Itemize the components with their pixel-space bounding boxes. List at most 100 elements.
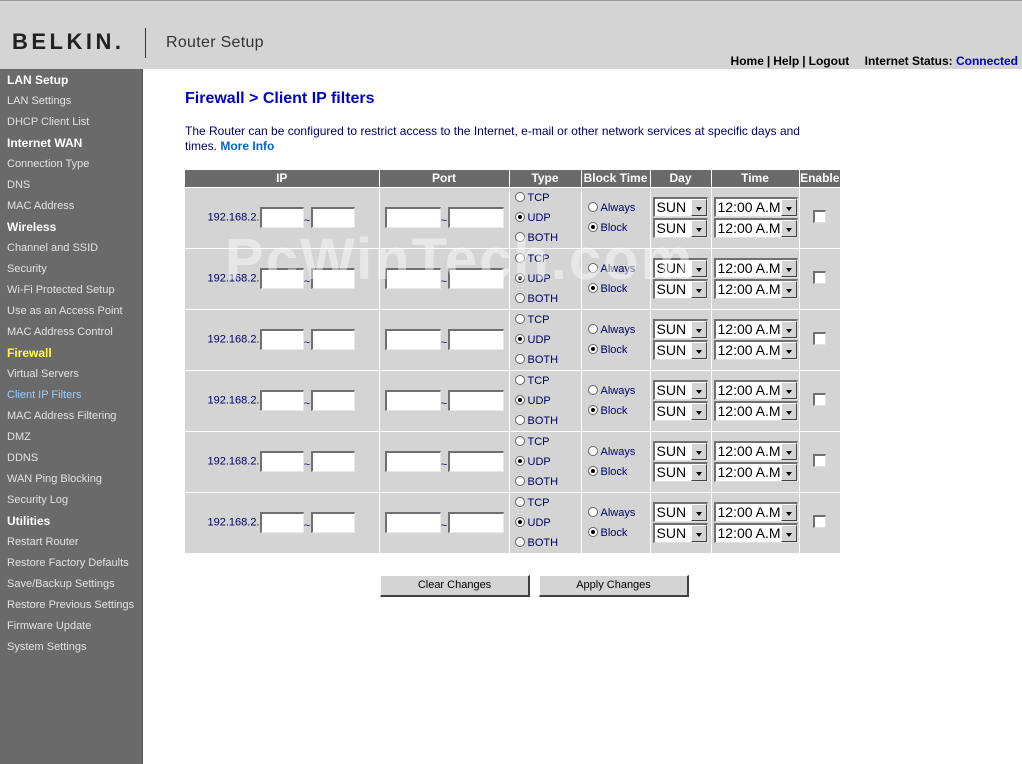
port-start-input[interactable] — [384, 512, 441, 534]
time-start-select[interactable]: 12:00 A.M. — [713, 319, 798, 339]
port-end-input[interactable] — [447, 329, 504, 350]
sidebar-item-dmz[interactable]: DMZ — [7, 431, 31, 443]
sidebar-item-channel-and-ssid[interactable]: Channel and SSID — [7, 242, 98, 254]
day-start-select[interactable]: SUN — [652, 319, 708, 339]
port-end-input[interactable] — [447, 390, 504, 411]
chevron-down-icon[interactable] — [690, 321, 707, 338]
chevron-down-icon[interactable] — [780, 525, 797, 543]
day-start-select[interactable]: SUN — [652, 441, 708, 461]
chevron-down-icon[interactable] — [690, 382, 707, 399]
time-start-select[interactable]: 12:00 A.M. — [713, 380, 798, 400]
enable-checkbox[interactable] — [813, 392, 827, 406]
port-end-input[interactable] — [447, 207, 504, 228]
type-tcp-radio[interactable] — [514, 374, 525, 385]
logout-link[interactable]: Logout — [809, 54, 850, 68]
block-time-always-radio[interactable] — [587, 262, 598, 273]
chevron-down-icon[interactable] — [780, 464, 797, 481]
time-end-select[interactable]: 12:00 A.M. — [713, 279, 798, 299]
block-time-block-radio[interactable] — [587, 221, 598, 232]
day-start-select[interactable]: SUN — [652, 258, 708, 278]
type-udp-radio[interactable] — [514, 516, 525, 527]
chevron-down-icon[interactable] — [690, 504, 707, 522]
type-both-radio[interactable] — [514, 231, 525, 242]
type-udp-radio[interactable] — [514, 272, 525, 283]
type-both-radio[interactable] — [514, 536, 525, 547]
type-tcp-radio[interactable] — [514, 496, 525, 507]
more-info-link[interactable]: More Info — [220, 139, 274, 153]
sidebar-item-lan-settings[interactable]: LAN Settings — [7, 95, 71, 107]
ip-end-input[interactable] — [310, 207, 355, 228]
block-time-always-radio[interactable] — [587, 506, 598, 517]
sidebar-heading-lan-setup[interactable]: LAN Setup — [7, 73, 68, 87]
enable-checkbox[interactable] — [813, 270, 827, 284]
apply-changes-button[interactable]: Apply Changes — [539, 575, 689, 597]
type-both-radio[interactable] — [514, 292, 525, 303]
chevron-down-icon[interactable] — [780, 199, 797, 216]
type-tcp-radio[interactable] — [514, 252, 525, 263]
time-start-select[interactable]: 12:00 A.M. — [713, 197, 798, 217]
ip-start-input[interactable] — [259, 390, 304, 411]
ip-start-input[interactable] — [259, 207, 304, 228]
ip-start-input[interactable] — [259, 512, 304, 534]
home-link[interactable]: Home — [731, 54, 764, 68]
ip-start-input[interactable] — [259, 451, 304, 472]
type-udp-radio[interactable] — [514, 333, 525, 344]
type-udp-radio[interactable] — [514, 211, 525, 222]
help-link[interactable]: Help — [773, 54, 799, 68]
chevron-down-icon[interactable] — [780, 321, 797, 338]
chevron-down-icon[interactable] — [690, 464, 707, 481]
sidebar-item-mac-address-control[interactable]: MAC Address Control — [7, 326, 113, 338]
block-time-always-radio[interactable] — [587, 384, 598, 395]
sidebar-heading-utilities[interactable]: Utilities — [7, 514, 50, 528]
ip-end-input[interactable] — [310, 329, 355, 350]
block-time-always-radio[interactable] — [587, 201, 598, 212]
block-time-always-radio[interactable] — [587, 323, 598, 334]
block-time-block-radio[interactable] — [587, 343, 598, 354]
chevron-down-icon[interactable] — [780, 281, 797, 298]
time-start-select[interactable]: 12:00 A.M. — [713, 502, 798, 523]
port-start-input[interactable] — [384, 451, 441, 472]
chevron-down-icon[interactable] — [690, 220, 707, 237]
chevron-down-icon[interactable] — [780, 504, 797, 522]
day-start-select[interactable]: SUN — [652, 380, 708, 400]
sidebar-item-client-ip-filters[interactable]: Client IP Filters — [7, 389, 81, 401]
time-end-select[interactable]: 12:00 A.M. — [713, 523, 798, 544]
block-time-block-radio[interactable] — [587, 404, 598, 415]
ip-end-input[interactable] — [310, 268, 355, 289]
time-end-select[interactable]: 12:00 A.M. — [713, 462, 798, 482]
day-end-select[interactable]: SUN — [652, 340, 708, 360]
sidebar-item-system-settings[interactable]: System Settings — [7, 641, 86, 653]
sidebar-item-dhcp-client-list[interactable]: DHCP Client List — [7, 116, 89, 128]
sidebar-item-wan-ping-blocking[interactable]: WAN Ping Blocking — [7, 473, 102, 485]
chevron-down-icon[interactable] — [780, 382, 797, 399]
enable-checkbox[interactable] — [813, 514, 827, 528]
time-end-select[interactable]: 12:00 A.M. — [713, 401, 798, 421]
sidebar-item-connection-type[interactable]: Connection Type — [7, 158, 89, 170]
sidebar-item-save-backup-settings[interactable]: Save/Backup Settings — [7, 578, 115, 590]
block-time-always-radio[interactable] — [587, 445, 598, 456]
chevron-down-icon[interactable] — [780, 403, 797, 420]
chevron-down-icon[interactable] — [780, 260, 797, 277]
chevron-down-icon[interactable] — [690, 403, 707, 420]
clear-changes-button[interactable]: Clear Changes — [380, 575, 530, 597]
day-end-select[interactable]: SUN — [652, 218, 708, 238]
day-end-select[interactable]: SUN — [652, 523, 708, 544]
type-tcp-radio[interactable] — [514, 435, 525, 446]
sidebar-item-mac-address[interactable]: MAC Address — [7, 200, 74, 212]
sidebar-item-security-log[interactable]: Security Log — [7, 494, 68, 506]
chevron-down-icon[interactable] — [690, 260, 707, 277]
port-start-input[interactable] — [384, 390, 441, 411]
sidebar-item-firmware-update[interactable]: Firmware Update — [7, 620, 91, 632]
type-tcp-radio[interactable] — [514, 191, 525, 202]
sidebar-item-virtual-servers[interactable]: Virtual Servers — [7, 368, 79, 380]
port-start-input[interactable] — [384, 207, 441, 228]
port-end-input[interactable] — [447, 451, 504, 472]
type-both-radio[interactable] — [514, 414, 525, 425]
type-tcp-radio[interactable] — [514, 313, 525, 324]
enable-checkbox[interactable] — [813, 209, 827, 223]
sidebar-item-ddns[interactable]: DDNS — [7, 452, 38, 464]
ip-start-input[interactable] — [259, 329, 304, 350]
day-start-select[interactable]: SUN — [652, 502, 708, 523]
day-end-select[interactable]: SUN — [652, 279, 708, 299]
port-end-input[interactable] — [447, 268, 504, 289]
